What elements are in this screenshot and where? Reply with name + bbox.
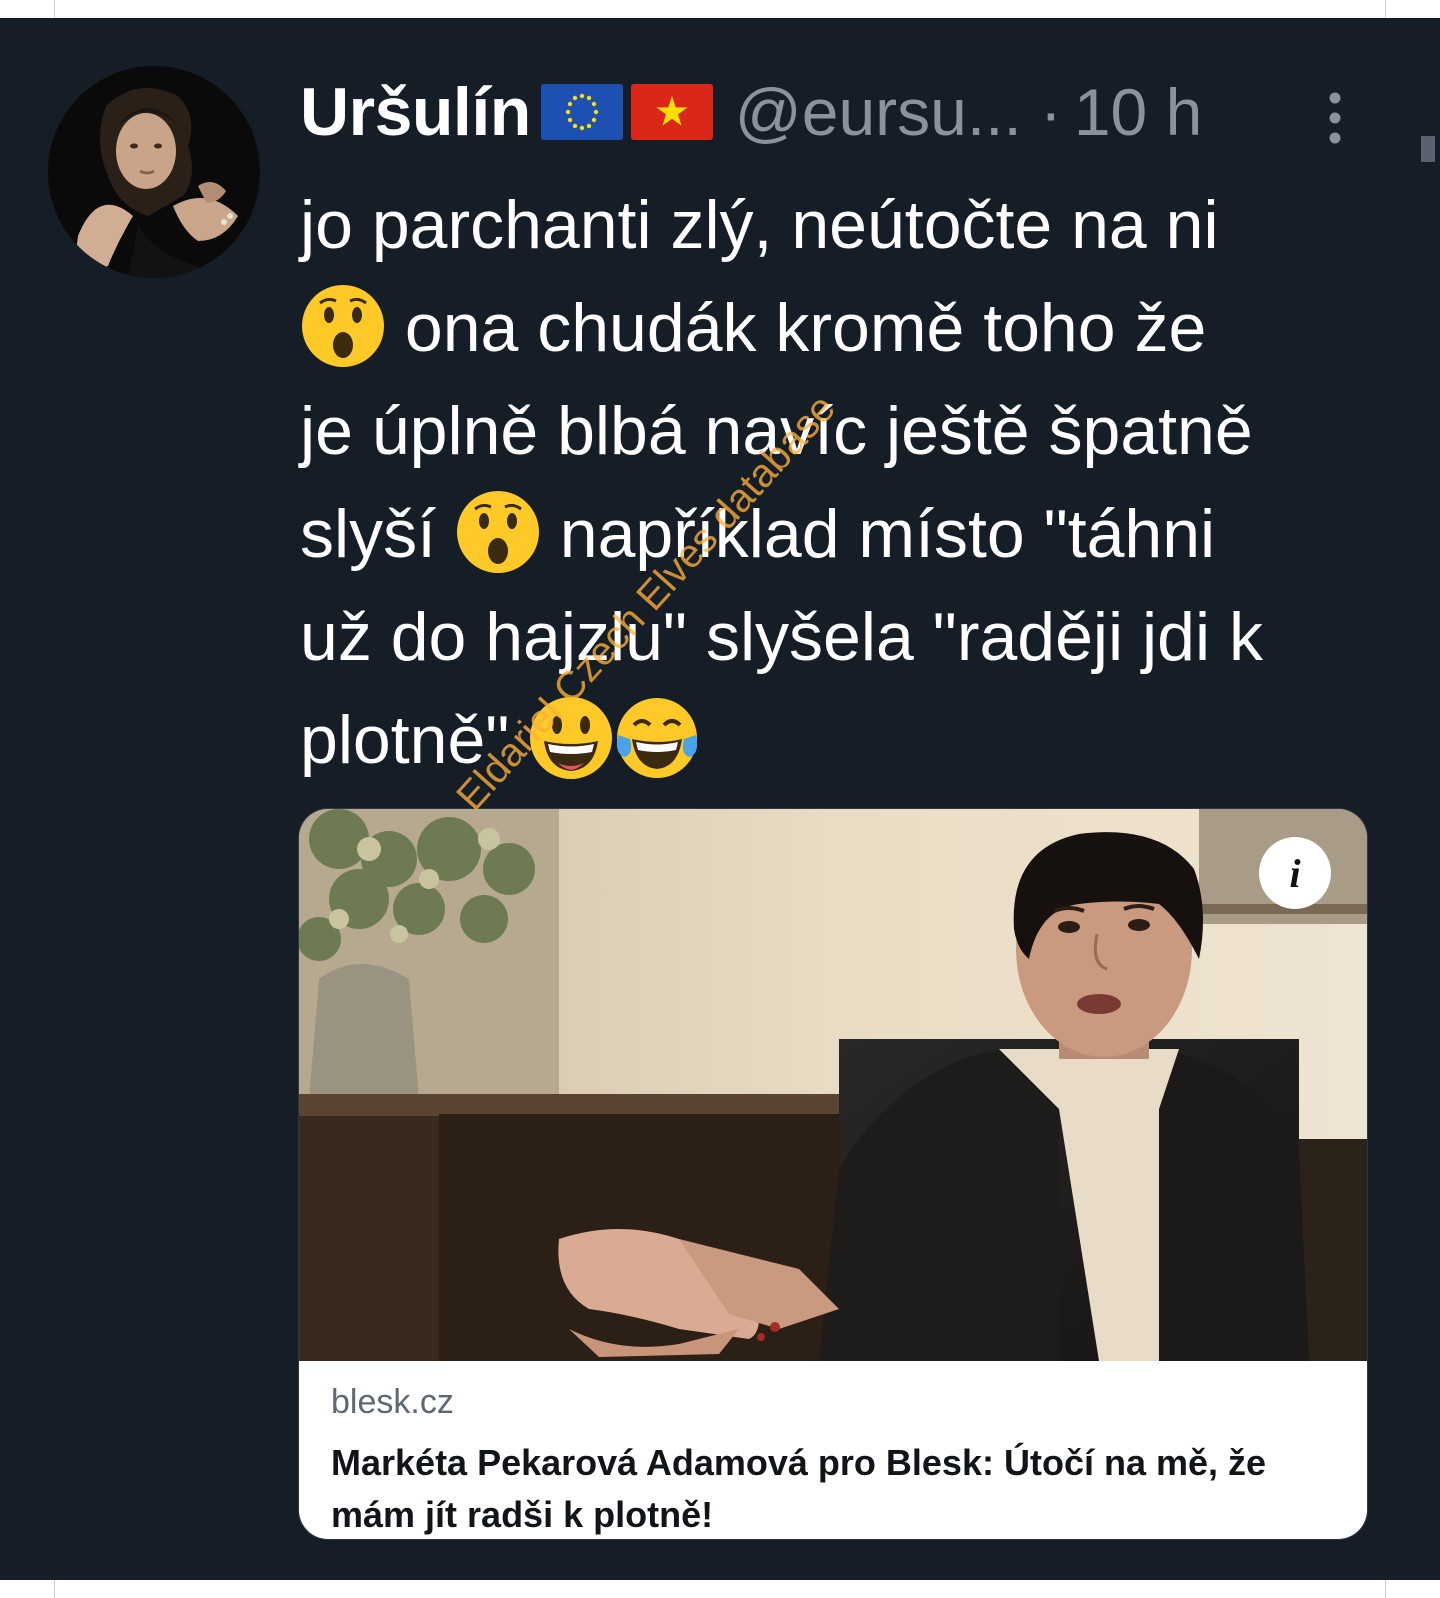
text-segment: slyší (300, 496, 455, 572)
tweet-text-line: jo parchanti zlý, neútočte na ni (300, 174, 1390, 277)
info-button[interactable]: i (1259, 837, 1331, 909)
eu-flag-icon (540, 84, 623, 140)
bottom-strip (0, 1580, 1440, 1598)
top-strip (0, 0, 1440, 18)
text-segment: ona chudák kromě toho že (386, 290, 1207, 366)
link-preview-card[interactable]: i blesk.cz Markéta Pekarová Adamová pro … (298, 808, 1368, 1540)
avatar-photo (48, 66, 260, 278)
handle[interactable]: @eursu... (735, 74, 1022, 150)
astonished-face-emoji-icon (456, 491, 539, 573)
separator: · (1039, 75, 1062, 149)
tweet-text-line: už do hajzlu" slyšela "raději jdi k (300, 586, 1390, 689)
card-footer[interactable]: blesk.cz Markéta Pekarová Adamová pro Bl… (299, 1361, 1367, 1539)
divider (54, 1580, 55, 1598)
tweet-text-line: je úplně blbá navíc ještě špatně (300, 380, 1390, 483)
card-title[interactable]: Markéta Pekarová Adamová pro Blesk: Útoč… (331, 1437, 1351, 1539)
scrollbar[interactable] (1421, 136, 1435, 162)
display-name[interactable]: Uršulín (300, 73, 531, 151)
avatar[interactable] (48, 66, 260, 278)
article-photo (299, 809, 1367, 1361)
divider (1385, 0, 1386, 18)
tweet-header: Uršulín @eursu... · 10 h (300, 70, 1400, 154)
astonished-face-emoji-icon (302, 285, 384, 367)
card-domain: blesk.cz (331, 1383, 454, 1421)
vietnam-flag-icon (630, 84, 713, 140)
tweet-text: jo parchanti zlý, neútočte na ni ona chu… (300, 174, 1390, 792)
text-segment: už do hajzlu" slyšela "raději jdi k (300, 599, 1263, 675)
tweet[interactable]: Uršulín @eursu... · 10 h jo parchanti zl… (0, 18, 1440, 1580)
timestamp[interactable]: 10 h (1074, 74, 1202, 150)
text-segment: jo parchanti zlý, neútočte na ni (300, 187, 1219, 263)
more-options-icon[interactable] (1322, 90, 1348, 146)
tears-of-joy-emoji-icon (617, 698, 698, 778)
tweet-text-line: slyší například místo "táhni (300, 483, 1390, 586)
divider (54, 0, 55, 18)
tweet-text-line: ona chudák kromě toho že (300, 277, 1390, 380)
info-icon: i (1289, 850, 1301, 896)
text-segment: například místo "táhni (540, 496, 1216, 572)
divider (1385, 1580, 1386, 1598)
